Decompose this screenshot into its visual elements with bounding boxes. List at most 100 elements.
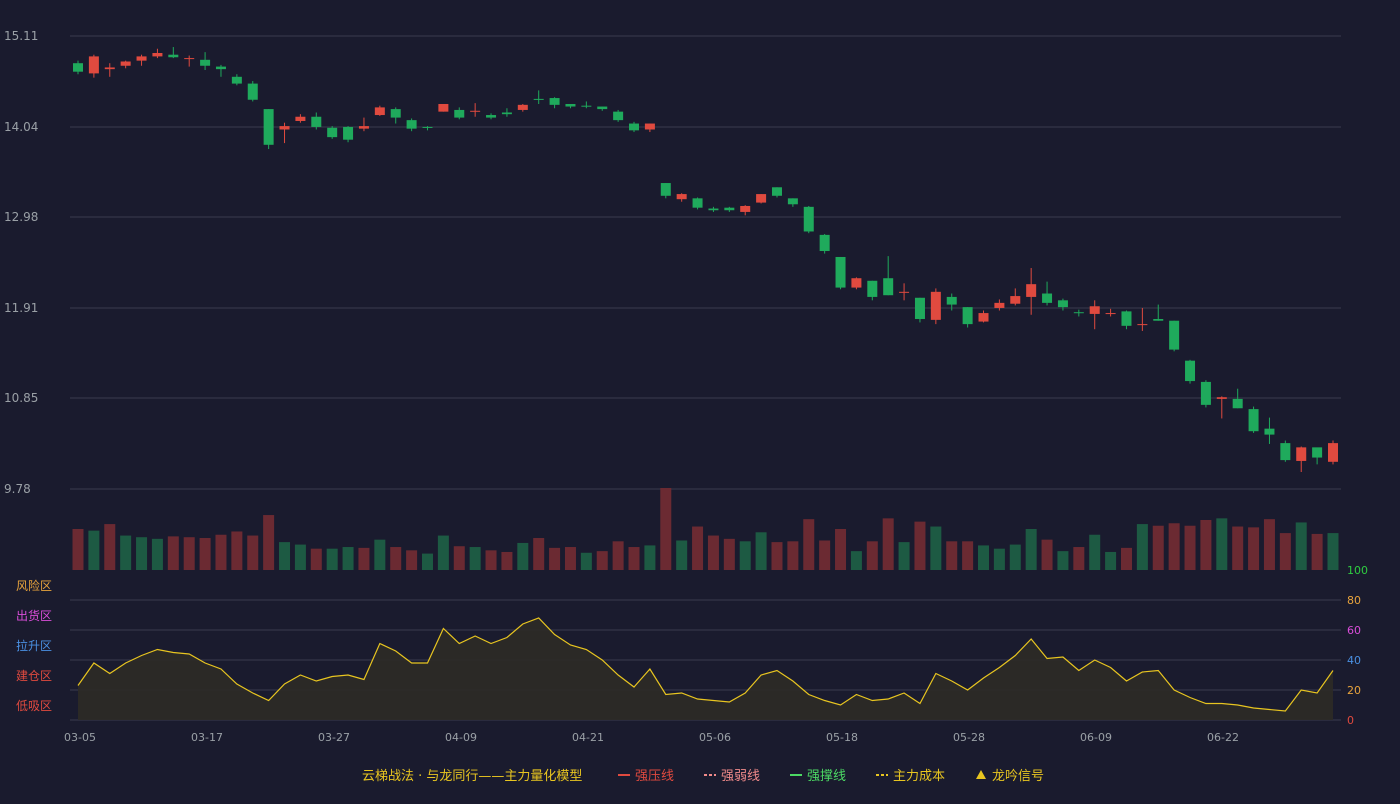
volume-bar (564, 547, 576, 570)
volume-bar (279, 542, 291, 570)
candle-down (549, 98, 560, 105)
candle-up (1105, 313, 1116, 315)
candle-down (215, 66, 226, 70)
volume-bar (1073, 547, 1085, 570)
candle-down (1280, 443, 1291, 461)
osc-tick-label: 20 (1347, 684, 1361, 697)
volume-bar (1216, 518, 1228, 570)
candle-up (899, 291, 910, 293)
candle-down (787, 198, 798, 205)
candle-down (1200, 381, 1211, 405)
candle-up (1296, 447, 1307, 461)
volume-bar (739, 541, 751, 570)
candle-down (708, 208, 719, 211)
volume-bar (1232, 526, 1244, 570)
volume-bar (104, 524, 116, 570)
candle-down (1248, 409, 1259, 432)
volume-bar (517, 542, 529, 570)
volume-bar (1152, 525, 1164, 570)
volume-bar (993, 548, 1005, 570)
candle-up (676, 194, 687, 200)
volume-bar (421, 553, 433, 570)
volume-panel (72, 488, 1339, 570)
candle-up (438, 103, 449, 112)
volume-bar (803, 519, 815, 570)
candle-up (644, 123, 655, 130)
volume-bar (1120, 547, 1132, 570)
volume-bar (1327, 533, 1339, 570)
candle-down (1121, 311, 1132, 326)
legend-item-label: 强弱线 (721, 769, 760, 784)
volume-bar (120, 535, 132, 570)
legend-title: 云梯战法 · 与龙同行——主力量化模型 (362, 769, 582, 784)
candle-down (565, 103, 576, 107)
candle-down (73, 63, 83, 72)
x-tick-label: 03-05 (64, 731, 96, 744)
candle-down (311, 116, 322, 127)
candle-down (486, 115, 497, 118)
volume-bar (1009, 544, 1021, 570)
x-tick-label: 04-21 (572, 731, 604, 744)
x-tick-label: 06-09 (1080, 731, 1112, 744)
volume-bar (1279, 533, 1291, 570)
chart-stage: 15.11 14.04 12.98 11.91 10.85 9.78 100 80 60 40 20… (0, 0, 1400, 800)
grid-layer (70, 35, 1341, 721)
legend-triangle-icon (976, 770, 986, 779)
volume-bar (1200, 519, 1212, 570)
osc-tick-label: 100 (1347, 564, 1368, 577)
candle-down (803, 206, 814, 232)
volume-bar (151, 538, 163, 570)
candle-down (501, 112, 512, 115)
volume-bar (437, 535, 449, 570)
volume-bar (263, 515, 275, 570)
volume-bar (374, 539, 386, 570)
candle-down (1153, 319, 1164, 321)
price-panel (73, 47, 1338, 473)
volume-bar (358, 547, 370, 570)
volume-bar (72, 529, 84, 570)
volume-bar (1168, 523, 1180, 570)
volume-bar (676, 540, 688, 570)
legend: 云梯战法 · 与龙同行——主力量化模型 强压线 强弱线 强撑线 主力成本 龙吟信号 (362, 768, 1044, 784)
candle-down (629, 123, 640, 131)
candle-down (263, 109, 274, 145)
x-tick-label: 05-06 (699, 731, 731, 744)
candle-up (851, 278, 862, 288)
candle-down (454, 109, 465, 118)
volume-bar (835, 529, 847, 570)
volume-bar (342, 547, 354, 570)
volume-bar (866, 541, 878, 570)
volume-bar (644, 545, 656, 570)
volume-bar (199, 538, 211, 570)
volume-bar (294, 544, 306, 570)
legend-item-label: 主力成本 (893, 769, 945, 784)
volume-bar (962, 541, 974, 570)
volume-bar (136, 537, 148, 570)
candle-up (184, 58, 195, 60)
osc-tick-label: 40 (1347, 654, 1361, 667)
volume-bar (501, 551, 513, 570)
volume-bar (88, 530, 100, 570)
volume-bar (946, 541, 958, 570)
zone-label: 拉升区 (16, 638, 52, 653)
candle-down (168, 54, 179, 58)
price-tick-label: 12.98 (4, 210, 38, 224)
volume-bar (247, 535, 259, 570)
stock-chart: 15.11 14.04 12.98 11.91 10.85 9.78 100 80 60 40 20… (4, 29, 1368, 784)
candle-down (962, 307, 973, 325)
candle-up (136, 56, 147, 61)
candle-down (597, 106, 608, 110)
candle-up (1216, 397, 1227, 399)
volume-bar (406, 550, 418, 570)
candle-up (120, 61, 131, 66)
x-tick-label: 06-22 (1207, 731, 1239, 744)
volume-bar (898, 542, 910, 570)
volume-bar (596, 551, 608, 570)
candle-down (692, 198, 703, 208)
volume-bar (1025, 529, 1037, 570)
candle-up (104, 67, 115, 70)
candle-down (422, 126, 433, 128)
candle-up (756, 194, 767, 203)
candle-down (1169, 320, 1180, 350)
volume-bar (660, 488, 672, 570)
